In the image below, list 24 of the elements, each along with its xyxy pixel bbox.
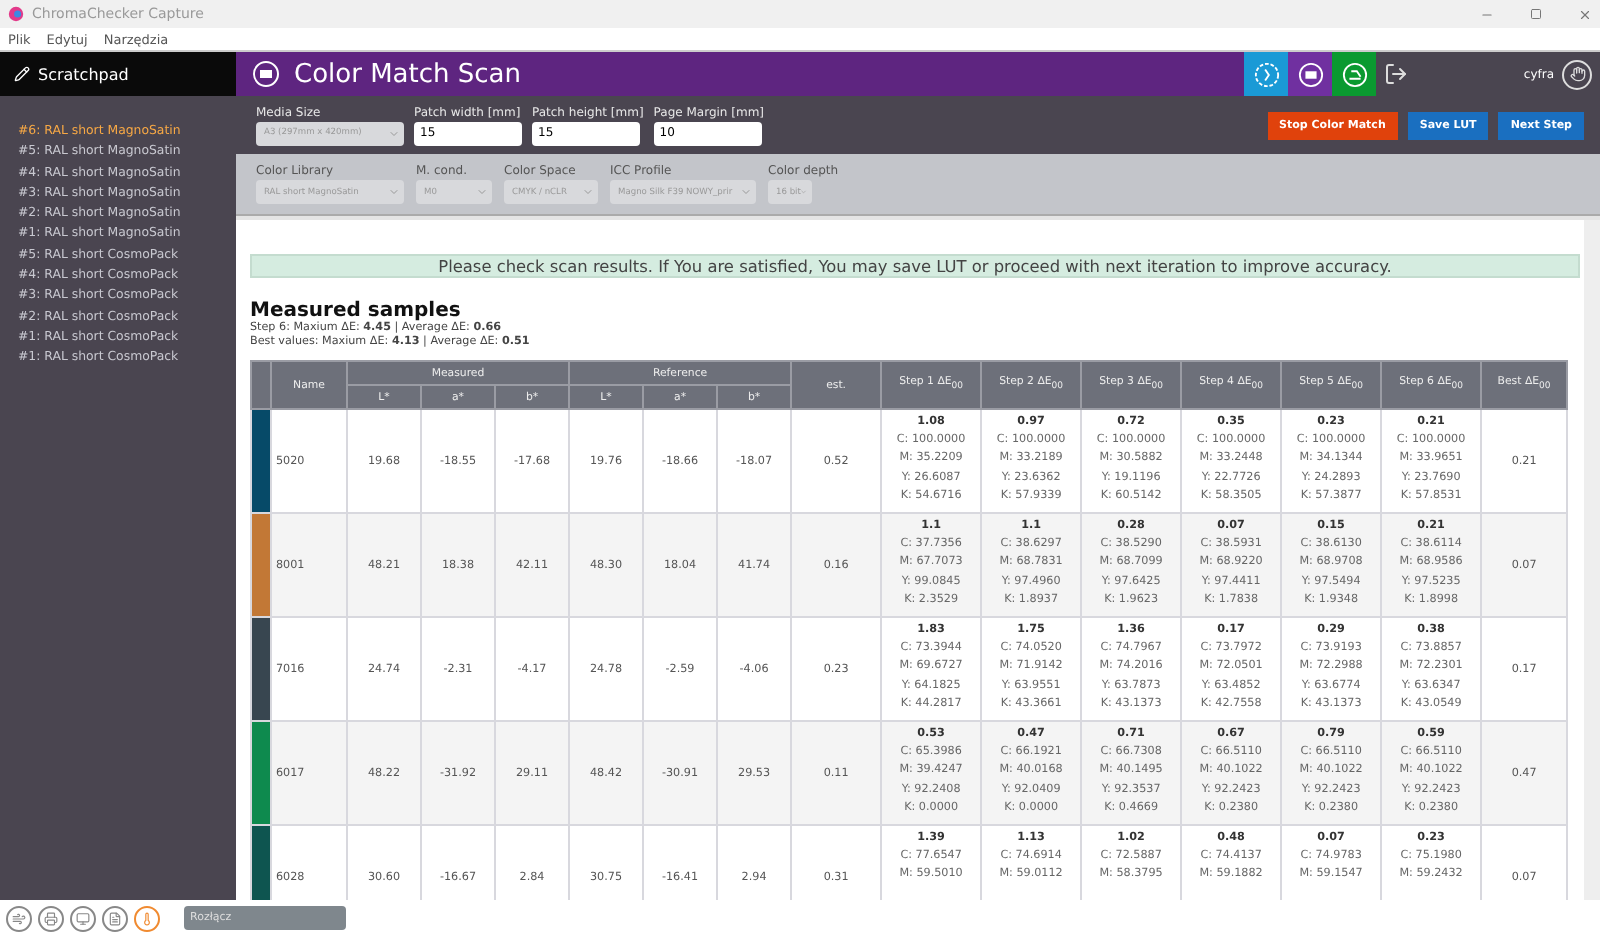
chevron-icon [476, 186, 488, 198]
document-icon[interactable] [102, 905, 128, 931]
info-message: Please check scan results. If You are satisfied, You may save LUT or proceed with next iteration to improve accuracy. [250, 254, 1580, 278]
printer-icon[interactable] [38, 905, 64, 931]
chevron-icon [388, 127, 400, 139]
app-logo-icon [8, 6, 24, 22]
close-icon[interactable] [1578, 7, 1592, 21]
table-header [251, 361, 271, 409]
logout-icon[interactable] [1384, 62, 1408, 86]
user-icon[interactable] [1562, 59, 1592, 89]
target-tile-icon[interactable] [1288, 52, 1332, 96]
maximize-icon[interactable] [1530, 8, 1542, 20]
chevron-icon [582, 186, 594, 198]
sidebar-title: Scratchpad [38, 65, 129, 83]
page-title: Color Match Scan [294, 59, 521, 89]
section-title: Measured samples [250, 300, 461, 322]
target-icon [252, 60, 280, 88]
scan-tile-icon[interactable] [1244, 52, 1288, 96]
thermometer-icon[interactable] [134, 905, 160, 931]
chevron-icon [388, 186, 400, 198]
chevron-icon [740, 186, 752, 198]
pencil-icon [14, 66, 30, 82]
monitor-icon[interactable] [70, 905, 96, 931]
scrollbar[interactable] [1584, 220, 1600, 900]
